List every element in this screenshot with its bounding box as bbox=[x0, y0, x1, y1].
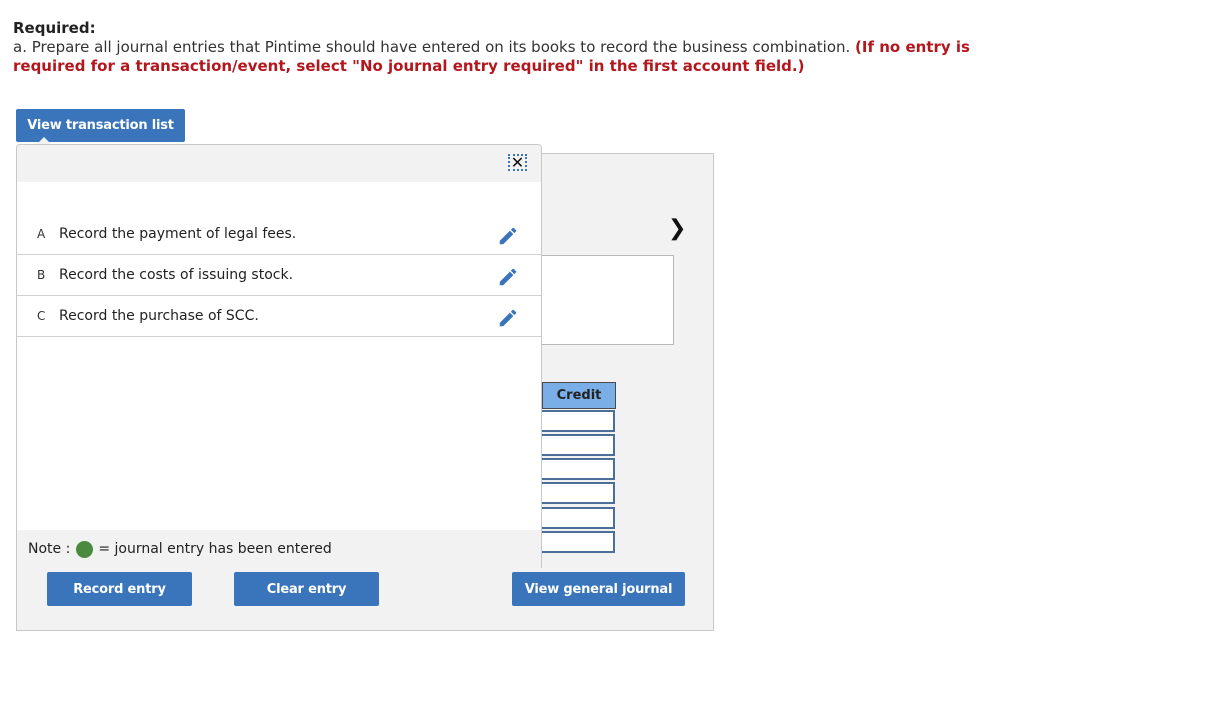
note-text: = journal entry has been entered bbox=[98, 541, 332, 557]
instruction-text: a. Prepare all journal entries that Pint… bbox=[13, 38, 856, 56]
pencil-icon[interactable] bbox=[497, 266, 519, 288]
transaction-letter: C bbox=[37, 309, 46, 323]
transaction-text: Record the costs of issuing stock. bbox=[59, 267, 294, 283]
entered-status-dot-icon bbox=[76, 540, 94, 558]
note-bar: Note : = journal entry has been entered bbox=[17, 530, 541, 568]
transaction-item[interactable]: A Record the payment of legal fees. bbox=[17, 214, 541, 255]
transaction-letter: A bbox=[37, 227, 46, 241]
credit-input[interactable] bbox=[542, 507, 615, 529]
view-general-journal-button[interactable]: View general journal bbox=[512, 572, 685, 606]
transaction-item[interactable]: B Record the costs of issuing stock. bbox=[17, 255, 541, 296]
credit-column-header: Credit bbox=[542, 382, 616, 409]
credit-input[interactable] bbox=[542, 434, 615, 456]
transaction-item[interactable]: C Record the purchase of SCC. bbox=[17, 296, 541, 337]
instructions: a. Prepare all journal entries that Pint… bbox=[13, 38, 1013, 76]
popover-header bbox=[17, 145, 541, 182]
pencil-icon[interactable] bbox=[497, 307, 519, 329]
chevron-right-icon[interactable]: ❯ bbox=[668, 216, 686, 241]
account-box bbox=[541, 255, 674, 345]
transaction-list-popover: ✕ A Record the payment of legal fees. B … bbox=[16, 144, 542, 568]
credit-input[interactable] bbox=[542, 410, 615, 432]
credit-input[interactable] bbox=[542, 458, 615, 480]
note-label: Note : bbox=[28, 541, 71, 557]
required-label: Required: bbox=[13, 19, 96, 37]
record-entry-button[interactable]: Record entry bbox=[47, 572, 192, 606]
credit-input[interactable] bbox=[542, 531, 615, 553]
clear-entry-button[interactable]: Clear entry bbox=[234, 572, 379, 606]
transaction-letter: B bbox=[37, 268, 46, 282]
pencil-icon[interactable] bbox=[497, 225, 519, 247]
transaction-text: Record the purchase of SCC. bbox=[59, 308, 259, 324]
transaction-text: Record the payment of legal fees. bbox=[59, 226, 297, 242]
credit-input[interactable] bbox=[542, 482, 615, 504]
close-icon[interactable]: ✕ bbox=[508, 154, 527, 171]
